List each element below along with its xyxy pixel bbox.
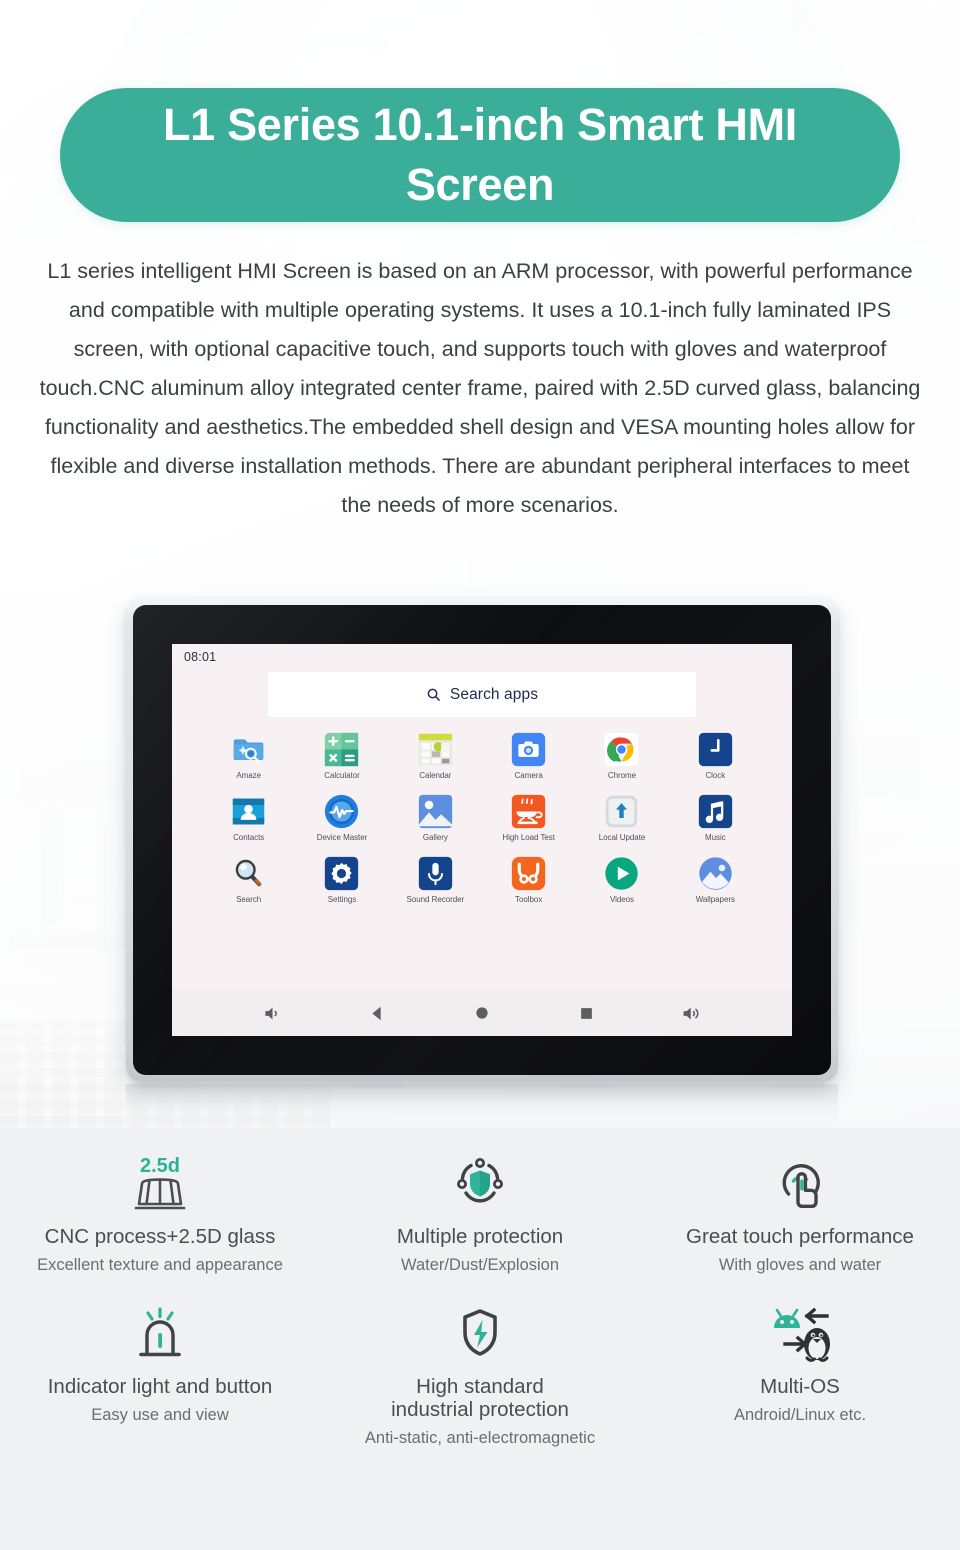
app-item-camera[interactable]: Camera xyxy=(482,731,575,793)
svg-text:2.5d: 2.5d xyxy=(140,1155,180,1177)
feature-title: Great touch performance xyxy=(686,1225,914,1248)
app-item-sound-recorder[interactable]: Sound Recorder xyxy=(389,855,482,917)
app-item-device-master[interactable]: Device Master xyxy=(295,793,388,855)
device-reflection xyxy=(126,1084,838,1146)
camera-icon xyxy=(510,731,547,768)
feature-title: Multi-OS xyxy=(760,1374,840,1398)
gallery-icon xyxy=(417,793,454,830)
feature-subtitle: Easy use and view xyxy=(91,1405,229,1424)
app-label: Music xyxy=(705,833,726,842)
feature-great-touch-performance: Great touch performance With gloves and … xyxy=(640,1146,960,1276)
touch-hand-icon xyxy=(764,1146,836,1222)
home-icon[interactable] xyxy=(465,996,499,1030)
app-label: Local Update xyxy=(598,833,646,842)
feature-multi-os: Multi-OS Android/Linux etc. xyxy=(640,1298,960,1449)
app-label: Sound Recorder xyxy=(406,895,465,904)
device-screen: 08:01 Search apps Amaze Calculator Calen… xyxy=(172,644,792,1036)
app-label: Clock xyxy=(705,771,726,780)
feature-title: CNC process+2.5D glass xyxy=(44,1225,276,1248)
app-label: Device Master xyxy=(316,833,368,842)
glass-panel-2-5d-icon: 2.5d xyxy=(124,1146,196,1222)
recents-icon[interactable] xyxy=(570,996,604,1030)
shield-network-icon xyxy=(444,1146,516,1222)
local-update-icon xyxy=(603,793,640,830)
android-linux-icon xyxy=(757,1298,843,1372)
app-label: Toolbox xyxy=(515,895,543,904)
app-item-high-load-test[interactable]: High Load Test xyxy=(482,793,575,855)
app-item-wallpapers[interactable]: Wallpapers xyxy=(669,855,762,917)
toolbox-icon xyxy=(510,855,547,892)
device-master-icon xyxy=(323,793,360,830)
app-item-calendar[interactable]: Calendar xyxy=(389,731,482,793)
volume-down-icon[interactable] xyxy=(255,996,289,1030)
android-navigation-bar xyxy=(172,990,792,1036)
videos-icon xyxy=(603,855,640,892)
app-label: Contacts xyxy=(233,833,265,842)
app-item-gallery[interactable]: Gallery xyxy=(389,793,482,855)
app-label: High Load Test xyxy=(502,833,555,842)
search-app-icon xyxy=(230,855,267,892)
app-label: Settings xyxy=(327,895,357,904)
wallpapers-icon xyxy=(697,855,734,892)
calculator-icon xyxy=(323,731,360,768)
product-description: L1 series intelligent HMI Screen is base… xyxy=(39,259,921,517)
app-item-chrome[interactable]: Chrome xyxy=(575,731,668,793)
calendar-icon xyxy=(417,731,454,768)
app-item-settings[interactable]: Settings xyxy=(295,855,388,917)
feature-indicator-light: Indicator light and button Easy use and … xyxy=(0,1298,320,1449)
app-item-calculator[interactable]: Calculator xyxy=(295,731,388,793)
app-item-search[interactable]: Search xyxy=(202,855,295,917)
feature-subtitle: Excellent texture and appearance xyxy=(37,1255,283,1274)
feature-multiple-protection: Multiple protection Water/Dust/Explosion xyxy=(320,1146,640,1276)
amaze-icon xyxy=(230,731,267,768)
app-item-clock[interactable]: Clock xyxy=(669,731,762,793)
status-bar-clock: 08:01 xyxy=(184,650,217,664)
contacts-icon xyxy=(230,793,267,830)
volume-up-icon[interactable] xyxy=(675,996,709,1030)
app-label: Calendar xyxy=(419,771,452,780)
feature-cnc-2-5d-glass: 2.5d CNC process+2.5D glass Excellent te… xyxy=(0,1146,320,1276)
app-grid: Amaze Calculator Calendar Camera Chrome … xyxy=(172,717,792,990)
search-icon xyxy=(426,687,441,702)
app-item-amaze[interactable]: Amaze xyxy=(202,731,295,793)
app-item-videos[interactable]: Videos xyxy=(575,855,668,917)
search-apps-bar[interactable]: Search apps xyxy=(268,672,696,717)
app-item-contacts[interactable]: Contacts xyxy=(202,793,295,855)
music-icon xyxy=(697,793,734,830)
feature-subtitle: Android/Linux etc. xyxy=(733,1405,867,1424)
app-label: Amaze xyxy=(236,771,261,780)
feature-subtitle: Anti-static, anti-electromagnetic xyxy=(364,1428,596,1447)
indicator-light-icon xyxy=(124,1298,196,1372)
app-label: Search xyxy=(236,895,262,904)
chrome-icon xyxy=(603,731,640,768)
feature-title: High standard industrial protection xyxy=(391,1374,569,1421)
app-item-toolbox[interactable]: Toolbox xyxy=(482,855,575,917)
app-item-music[interactable]: Music xyxy=(669,793,762,855)
app-label: Gallery xyxy=(422,833,448,842)
feature-subtitle: With gloves and water xyxy=(718,1255,882,1274)
status-bar: 08:01 xyxy=(172,644,792,670)
back-icon[interactable] xyxy=(360,996,394,1030)
app-label: Calculator xyxy=(324,771,360,780)
device-feet xyxy=(126,1081,838,1091)
app-label: Camera xyxy=(514,771,543,780)
clock-icon xyxy=(697,731,734,768)
app-label: Chrome xyxy=(607,771,637,780)
feature-title: Indicator light and button xyxy=(47,1374,273,1398)
app-item-local-update[interactable]: Local Update xyxy=(575,793,668,855)
search-apps-label: Search apps xyxy=(449,685,539,703)
feature-subtitle: Water/Dust/Explosion xyxy=(400,1255,560,1274)
feature-grid: 2.5d CNC process+2.5D glass Excellent te… xyxy=(0,1146,960,1448)
page-title: L1 Series 10.1-inch Smart HMI Screen xyxy=(162,99,798,210)
app-label: Wallpapers xyxy=(695,895,735,904)
settings-icon xyxy=(323,855,360,892)
shield-bolt-icon xyxy=(444,1298,516,1372)
app-label: Videos xyxy=(609,895,634,904)
page-title-banner: L1 Series 10.1-inch Smart HMI Screen xyxy=(60,88,900,222)
high-load-test-icon xyxy=(510,793,547,830)
feature-title: Multiple protection xyxy=(396,1225,564,1248)
feature-high-standard-industrial-protection: High standard industrial protection Anti-… xyxy=(320,1298,640,1449)
sound-recorder-icon xyxy=(417,855,454,892)
tablet-device: 08:01 Search apps Amaze Calculator Calen… xyxy=(126,598,838,1082)
